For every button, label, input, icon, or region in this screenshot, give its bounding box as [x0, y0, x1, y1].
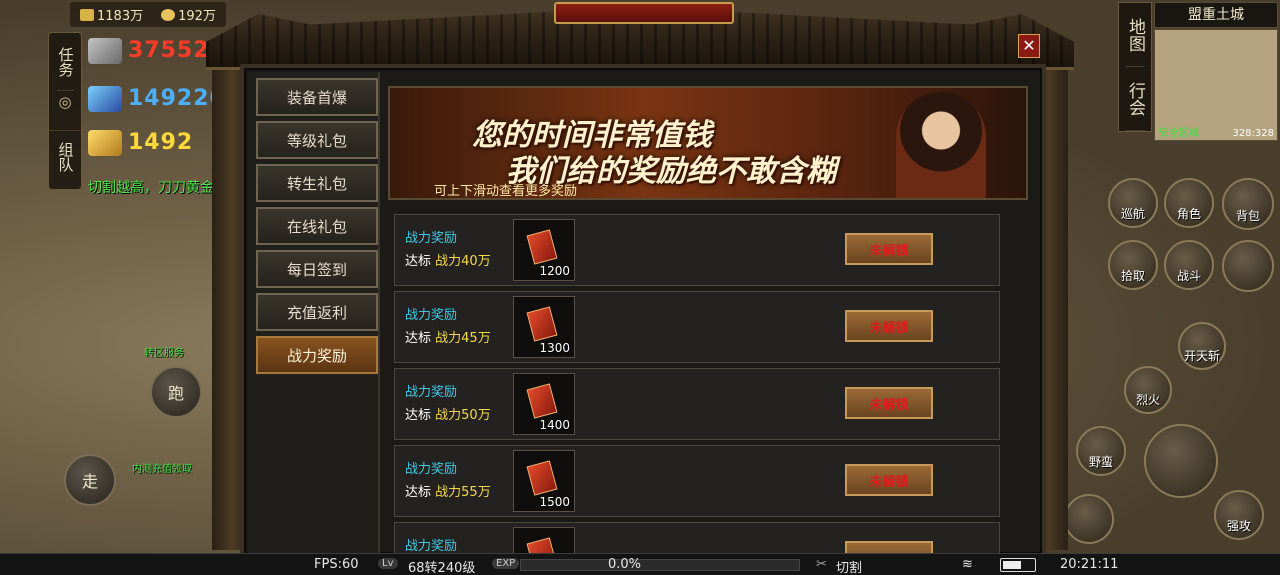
team-tab[interactable]: 组队	[57, 131, 75, 185]
skill-character[interactable]: 角色	[1164, 178, 1214, 228]
yuanbao-icon	[161, 8, 176, 21]
battery-icon	[1000, 558, 1036, 572]
quest-tab[interactable]: 任务	[56, 37, 75, 91]
right-vertical-tabs: 地图 行会	[1118, 2, 1152, 132]
claim-button[interactable]: 未解锁	[845, 310, 933, 342]
reward-row: 战力奖励 达标 战力40万 1200 未解锁	[394, 214, 1000, 286]
reward-title: 战力奖励	[405, 539, 458, 554]
level-text: 68转240级	[408, 561, 476, 575]
exp-percent: 0.0%	[608, 557, 642, 572]
attack-button[interactable]	[1144, 424, 1218, 498]
treasure-icon	[88, 130, 122, 156]
wifi-icon: ≋	[962, 557, 973, 572]
skill-pickup[interactable]: 拾取	[1108, 240, 1158, 290]
treasure-stat: 1492	[88, 130, 193, 156]
skill-battle[interactable]: 战斗	[1164, 240, 1214, 290]
reward-title: 战力奖励	[405, 385, 458, 400]
currency-bar: 1183万 192万	[70, 2, 226, 27]
clock: 20:21:11	[1060, 557, 1119, 572]
item-qty: 1400	[539, 418, 570, 432]
reward-requirement: 达标 战力55万	[405, 485, 491, 500]
item-qty: 1200	[539, 264, 570, 278]
item-slot[interactable]: 1200	[513, 219, 575, 281]
reward-requirement: 达标 战力50万	[405, 408, 491, 423]
left-vertical-tabs: 任务 ◎ 组队	[48, 32, 82, 190]
reward-row: 战力奖励 达标 战力50万 1400 未解锁	[394, 368, 1000, 440]
reward-title: 战力奖励	[405, 462, 458, 477]
minimap[interactable]: 安全区域 328:328	[1154, 29, 1278, 141]
power-stat: 37552	[88, 38, 210, 64]
reward-dialog: ✕ 装备首爆 等级礼包 转生礼包 在线礼包 每日签到 充值返利 战力奖励 您的时…	[206, 0, 1074, 560]
skill-cruise[interactable]: 巡航	[1108, 178, 1158, 228]
skill-barbarian[interactable]: 野蛮	[1076, 426, 1126, 476]
swords-icon	[88, 38, 122, 64]
reward-title: 战力奖励	[405, 308, 458, 323]
reward-title: 战力奖励	[405, 231, 458, 246]
exp-badge: EXP	[492, 558, 520, 569]
cut-icon	[88, 86, 122, 112]
book-icon	[526, 383, 558, 419]
reward-row: 战力奖励 达标 战力45万 1300 未解锁	[394, 291, 1000, 363]
map-name: 盟重土城	[1154, 2, 1278, 28]
roof-ornament	[554, 2, 734, 24]
skill-strong-attack[interactable]: 强攻	[1214, 490, 1264, 540]
item-qty: 1300	[539, 341, 570, 355]
item-slot[interactable]: 1400	[513, 373, 575, 435]
gold-icon	[80, 8, 94, 21]
dialog-body: 装备首爆 等级礼包 转生礼包 在线礼包 每日签到 充值返利 战力奖励 您的时间非…	[240, 64, 1046, 558]
tab-recharge-rebate[interactable]: 充值返利	[256, 293, 378, 331]
toggle-icon[interactable]: ◎	[49, 91, 81, 131]
gold-amount: 1183万	[80, 5, 143, 24]
run-button[interactable]: 跑	[150, 366, 202, 418]
exp-bar	[520, 559, 800, 571]
skill-fire[interactable]: 烈火	[1124, 366, 1172, 414]
npc-label-recharge[interactable]: 内测充值领取	[132, 460, 192, 475]
tab-daily-signin[interactable]: 每日签到	[256, 250, 378, 288]
tab-rebirth-gift[interactable]: 转生礼包	[256, 164, 378, 202]
character-portrait	[896, 92, 986, 198]
close-button[interactable]: ✕	[1018, 34, 1040, 58]
tab-level-gift[interactable]: 等级礼包	[256, 121, 378, 159]
tab-online-gift[interactable]: 在线礼包	[256, 207, 378, 245]
scroll-hint: 可上下滑动查看更多奖励	[434, 184, 578, 199]
item-slot[interactable]: 1500	[513, 450, 575, 512]
tab-power-reward[interactable]: 战力奖励	[256, 336, 378, 374]
cut-hint: 切割越高，刀刀黄金	[88, 180, 214, 196]
book-icon	[526, 229, 558, 265]
level-badge: Lv	[378, 558, 398, 569]
map-tab[interactable]: 地图	[1125, 3, 1145, 67]
item-qty: 1500	[539, 495, 570, 509]
skill-bag[interactable]: 背包	[1222, 178, 1274, 230]
book-icon	[526, 306, 558, 342]
guild-tab[interactable]: 行会	[1125, 67, 1145, 131]
tab-first-drop[interactable]: 装备首爆	[256, 78, 378, 116]
tab-sidebar: 装备首爆 等级礼包 转生礼包 在线礼包 每日签到 充值返利 战力奖励	[248, 72, 380, 556]
reward-requirement: 达标 战力40万	[405, 254, 491, 269]
reward-requirement: 达标 战力45万	[405, 331, 491, 346]
walk-button[interactable]: 走	[64, 454, 116, 506]
promo-banner: 您的时间非常值钱 我们给的奖励绝不敢含糊 可上下滑动查看更多奖励	[388, 86, 1028, 200]
coords-label: 328:328	[1232, 128, 1274, 139]
fps-readout: FPS:60	[314, 557, 359, 572]
book-icon	[526, 460, 558, 496]
zone-label: 安全区域	[1159, 128, 1199, 139]
game-screen: 1183万 192万 任务 ◎ 组队 37552 149220 1492 切割越…	[0, 0, 1280, 575]
claim-button[interactable]: 未解锁	[845, 464, 933, 496]
item-slot[interactable]: 1300	[513, 296, 575, 358]
status-bar: FPS:60 Lv 68转240级 EXP 0.0% ✂ 切割 ≋ 20:21:…	[0, 553, 1280, 575]
dpad-icon[interactable]	[1222, 240, 1274, 292]
skill-sky-slash[interactable]: 开天斩	[1178, 322, 1226, 370]
claim-button[interactable]: 未解锁	[845, 233, 933, 265]
claim-button[interactable]: 未解锁	[845, 387, 933, 419]
reward-list[interactable]: 战力奖励 达标 战力40万 1200 未解锁 战力奖励 达标 战力45万 130…	[394, 214, 1002, 558]
cut-toggle-label[interactable]: 切割	[836, 557, 862, 575]
reward-row: 战力奖励 达标 战力55万 1500 未解锁	[394, 445, 1000, 517]
npc-label-transfer[interactable]: 转区服务	[144, 344, 184, 359]
cut-toggle-icon[interactable]: ✂	[816, 557, 827, 572]
